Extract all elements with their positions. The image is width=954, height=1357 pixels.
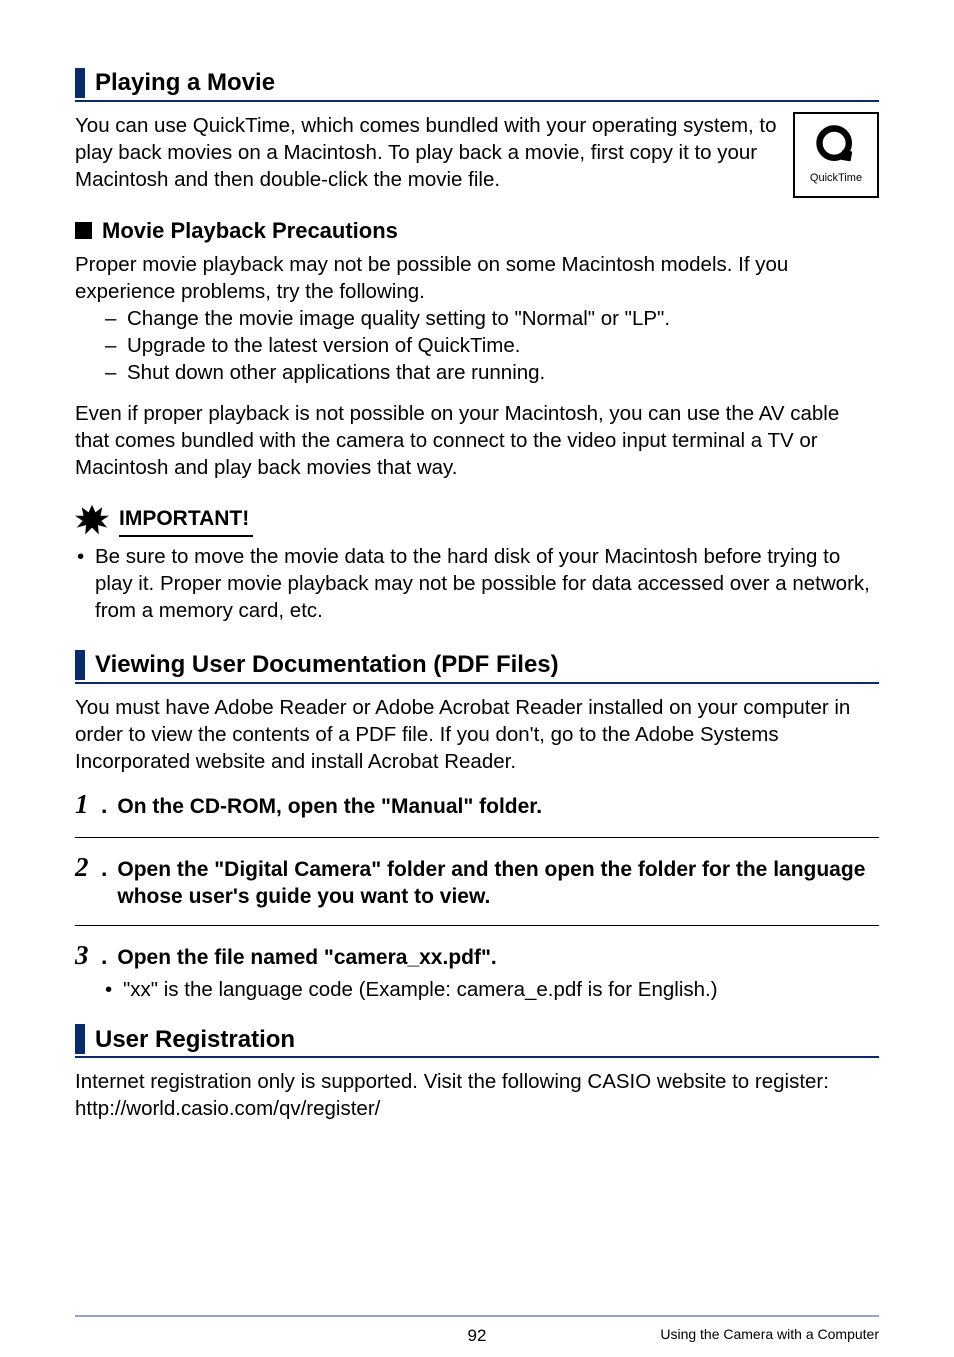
step-text: On the CD-ROM, open the "Manual" folder. <box>117 793 879 821</box>
list-item-text: Be sure to move the movie data to the ha… <box>95 545 870 622</box>
important-list: Be sure to move the movie data to the ha… <box>75 543 879 624</box>
step-divider <box>75 925 879 926</box>
step-text: Open the "Digital Camera" folder and the… <box>117 856 879 911</box>
step-dot: . <box>101 853 107 883</box>
step-text: Open the file named "camera_xx.pdf". <box>117 944 879 972</box>
square-bullet-icon <box>75 222 92 239</box>
important-label: IMPORTANT! <box>119 505 253 537</box>
section-header-accent <box>75 650 85 680</box>
step-number: 3 <box>75 938 97 974</box>
footer-chapter: Using the Camera with a Computer <box>660 1325 879 1343</box>
subsection-header-precautions: Movie Playback Precautions <box>75 216 879 245</box>
list-item-text: Upgrade to the latest version of QuickTi… <box>127 334 520 357</box>
step-2: 2. Open the "Digital Camera" folder and … <box>75 850 879 911</box>
list-item: Change the movie image quality setting t… <box>109 305 879 332</box>
user-reg-text: Internet registration only is supported.… <box>75 1068 879 1122</box>
step-3: 3. Open the file named "camera_xx.pdf". <box>75 938 879 974</box>
step-divider <box>75 837 879 838</box>
step-dot: . <box>101 790 107 820</box>
viewing-docs-intro: You must have Adobe Reader or Adobe Acro… <box>75 694 879 775</box>
section-header-playing-movie: Playing a Movie <box>75 66 879 102</box>
section-header-accent <box>75 1024 85 1054</box>
important-icon <box>75 503 109 537</box>
section-title: User Registration <box>95 1023 295 1057</box>
step-3-note-list: "xx" is the language code (Example: came… <box>103 976 879 1003</box>
list-item: Shut down other applications that are ru… <box>109 359 879 386</box>
precautions-intro: Proper movie playback may not be possibl… <box>75 251 879 305</box>
quicktime-icon <box>814 123 858 167</box>
section-header-user-reg: User Registration <box>75 1023 879 1059</box>
list-item: Be sure to move the movie data to the ha… <box>75 543 879 624</box>
quicktime-label: QuickTime <box>810 171 862 186</box>
playing-movie-intro: You can use QuickTime, which comes bundl… <box>75 112 777 193</box>
quicktime-logo-box: QuickTime <box>793 112 879 198</box>
step-number: 2 <box>75 850 97 886</box>
precautions-list: Change the movie image quality setting t… <box>103 305 879 386</box>
precautions-note: Even if proper playback is not possible … <box>75 400 879 481</box>
section-title: Viewing User Documentation (PDF Files) <box>95 648 559 682</box>
subsection-title: Movie Playback Precautions <box>102 216 398 245</box>
list-item-text: Shut down other applications that are ru… <box>127 361 545 384</box>
list-item-text: "xx" is the language code (Example: came… <box>123 978 718 1001</box>
page-footer: 92 Using the Camera with a Computer <box>75 1315 879 1325</box>
list-item-text: Change the movie image quality setting t… <box>127 307 670 330</box>
section-header-viewing-docs: Viewing User Documentation (PDF Files) <box>75 648 879 684</box>
list-item: "xx" is the language code (Example: came… <box>103 976 879 1003</box>
section-header-accent <box>75 68 85 98</box>
list-item: Upgrade to the latest version of QuickTi… <box>109 332 879 359</box>
page-number: 92 <box>468 1325 487 1347</box>
important-header: IMPORTANT! <box>75 503 879 537</box>
playing-movie-intro-row: You can use QuickTime, which comes bundl… <box>75 112 879 198</box>
step-dot: . <box>101 941 107 971</box>
step-number: 1 <box>75 787 97 823</box>
step-1: 1. On the CD-ROM, open the "Manual" fold… <box>75 787 879 823</box>
section-title: Playing a Movie <box>95 66 275 100</box>
